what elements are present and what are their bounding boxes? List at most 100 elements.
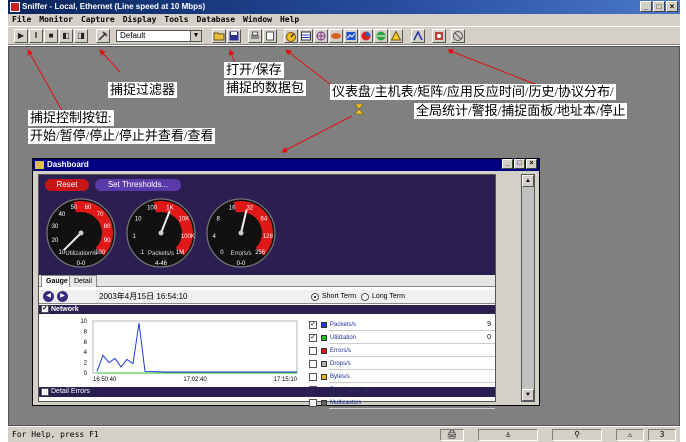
dashboard-content: Reset Set Thresholds... 10 20 30 40 50 60 70 80… — [38, 174, 496, 409]
dashboard-maximize-button[interactable]: □ — [514, 159, 525, 169]
network-chart: 0 2 4 6 8 10 16:50:40 17:02:40 17:15:10 — [80, 319, 298, 383]
gauge-range: 4-46 — [155, 261, 168, 267]
gauge-2: 04816 3264128256Errors/s0-0 — [206, 198, 276, 268]
legend-swatch — [321, 348, 327, 354]
legend-name: Errors/s — [330, 348, 351, 354]
preview-icon[interactable] — [263, 29, 277, 43]
art-icon[interactable] — [329, 29, 343, 43]
menu-display[interactable]: Display — [123, 14, 157, 26]
gauge-tick-label: 100 — [147, 206, 158, 212]
capture-filter-select[interactable]: Default ▼ — [116, 30, 202, 42]
gauge-range: 0-0 — [77, 261, 86, 267]
minimize-button[interactable]: _ — [640, 1, 652, 12]
dashboard-scrollbar[interactable]: ▲ ▼ — [521, 174, 535, 402]
address-book-icon[interactable] — [432, 29, 446, 43]
menu-capture[interactable]: Capture — [81, 14, 115, 26]
stop-capture-button[interactable]: ■ — [44, 29, 58, 43]
legend-swatch — [321, 374, 327, 380]
scroll-up-icon[interactable]: ▲ — [522, 175, 534, 187]
maximize-button[interactable]: □ — [653, 1, 665, 12]
menu-window[interactable]: Window — [243, 14, 272, 26]
short-term-radio[interactable] — [311, 293, 319, 301]
menu-monitor[interactable]: Monitor — [39, 14, 73, 26]
detail-errors-checkbox[interactable] — [41, 388, 49, 396]
gauge-hub — [78, 230, 84, 236]
gauge-tick-label: 64 — [261, 217, 268, 223]
callout-capture-control-2: 开始/暂停/停止/停止并查看/查看 — [28, 128, 216, 144]
menu-file[interactable]: File — [12, 14, 31, 26]
pause-capture-button[interactable]: ‖ — [29, 29, 43, 43]
legend-name: Utilization — [330, 335, 357, 341]
detail-errors-header[interactable]: Detail Errors — [39, 387, 495, 397]
scroll-down-icon[interactable]: ▼ — [522, 389, 534, 401]
network-checkbox[interactable]: ✓ — [41, 305, 49, 313]
legend-item[interactable]: Drops/s — [309, 359, 495, 371]
filter-tool-icon[interactable] — [96, 29, 110, 43]
stop-icon[interactable] — [451, 29, 465, 43]
legend-swatch — [321, 335, 327, 341]
legend-value: 9 — [487, 321, 491, 328]
capture-panel-icon[interactable] — [411, 29, 425, 43]
set-thresholds-button[interactable]: Set Thresholds... — [95, 179, 181, 191]
menu-tools[interactable]: Tools — [164, 14, 188, 26]
legend-divider — [329, 330, 495, 331]
legend-checkbox[interactable]: ✓ — [309, 321, 317, 329]
legend-item[interactable]: Multicasts/s — [309, 398, 495, 410]
legend-checkbox[interactable] — [309, 360, 317, 368]
gauge-tick-label: 90 — [104, 238, 111, 244]
legend-checkbox[interactable] — [309, 399, 317, 407]
forward-button[interactable]: ▶ — [57, 291, 68, 302]
dashboard-title: Dashboard — [47, 160, 89, 169]
detail-bar: ◀ ▶ 2003年4月15日 16:54:10 Short Term Long … — [39, 290, 495, 304]
tab-detail[interactable]: Detail — [69, 275, 97, 287]
alarm-icon[interactable] — [389, 29, 403, 43]
legend-item[interactable]: Errors/s — [309, 346, 495, 358]
legend-divider — [329, 343, 495, 344]
long-term-radio[interactable] — [361, 293, 369, 301]
y-tick-label: 6 — [84, 340, 88, 346]
dashboard-icon[interactable] — [284, 29, 298, 43]
gauge-tick-label: 40 — [59, 212, 66, 218]
back-button[interactable]: ◀ — [43, 291, 54, 302]
legend-item[interactable]: Bytes/s — [309, 372, 495, 384]
print-icon[interactable] — [248, 29, 262, 43]
gauge-tick-label: 50 — [71, 205, 78, 211]
save-icon[interactable] — [227, 29, 241, 43]
status-capture-icon: ⚲ — [552, 429, 602, 441]
protocol-icon[interactable] — [359, 29, 373, 43]
status-count: 3 — [648, 429, 676, 441]
close-button[interactable]: × — [666, 1, 678, 12]
legend-checkbox[interactable]: ✓ — [309, 334, 317, 342]
host-table-icon[interactable] — [299, 29, 313, 43]
dashboard-close-button[interactable]: × — [526, 159, 537, 169]
sniffer-app-icon — [10, 2, 20, 12]
start-capture-button[interactable]: ▶ — [14, 29, 28, 43]
stop-and-display-button[interactable]: ◧ — [59, 29, 73, 43]
x-tick-label: 17:15:10 — [274, 377, 298, 383]
menu-help[interactable]: Help — [280, 14, 299, 26]
gauge-tabs: Gauge Detail — [39, 275, 495, 287]
legend-checkbox[interactable] — [309, 347, 317, 355]
legend-name: Packets/s — [330, 322, 357, 328]
app-title: Sniffer - Local, Ethernet (Line speed at… — [22, 2, 206, 11]
menu-database[interactable]: Database — [197, 14, 236, 26]
gauge-tick-label: 100K — [181, 234, 195, 240]
gauge-tick-label: 32 — [247, 206, 254, 212]
global-stats-icon[interactable] — [374, 29, 388, 43]
callout-open-save-2: 捕捉的数据包 — [224, 80, 307, 96]
reset-button[interactable]: Reset — [45, 179, 89, 191]
open-icon[interactable] — [212, 29, 226, 43]
dashboard-minimize-button[interactable]: _ — [502, 159, 513, 169]
gauge-tick-label: 20 — [52, 238, 59, 244]
gauge-tick-label: 10 — [135, 217, 142, 223]
display-button[interactable]: ◨ — [74, 29, 88, 43]
network-section-header[interactable]: ✓ Network — [39, 305, 495, 314]
legend-checkbox[interactable] — [309, 373, 317, 381]
gauge-tick-label: 16 — [229, 206, 236, 212]
legend-item[interactable]: ✓ Utilization 0 — [309, 333, 495, 345]
matrix-icon[interactable] — [314, 29, 328, 43]
legend-item[interactable]: ✓ Packets/s 9 — [309, 320, 495, 332]
gauge-tick-label: 1M — [176, 250, 184, 256]
history-icon[interactable] — [344, 29, 358, 43]
gauge-panel: Reset Set Thresholds... 10 20 30 40 50 60 70 80… — [39, 175, 495, 275]
